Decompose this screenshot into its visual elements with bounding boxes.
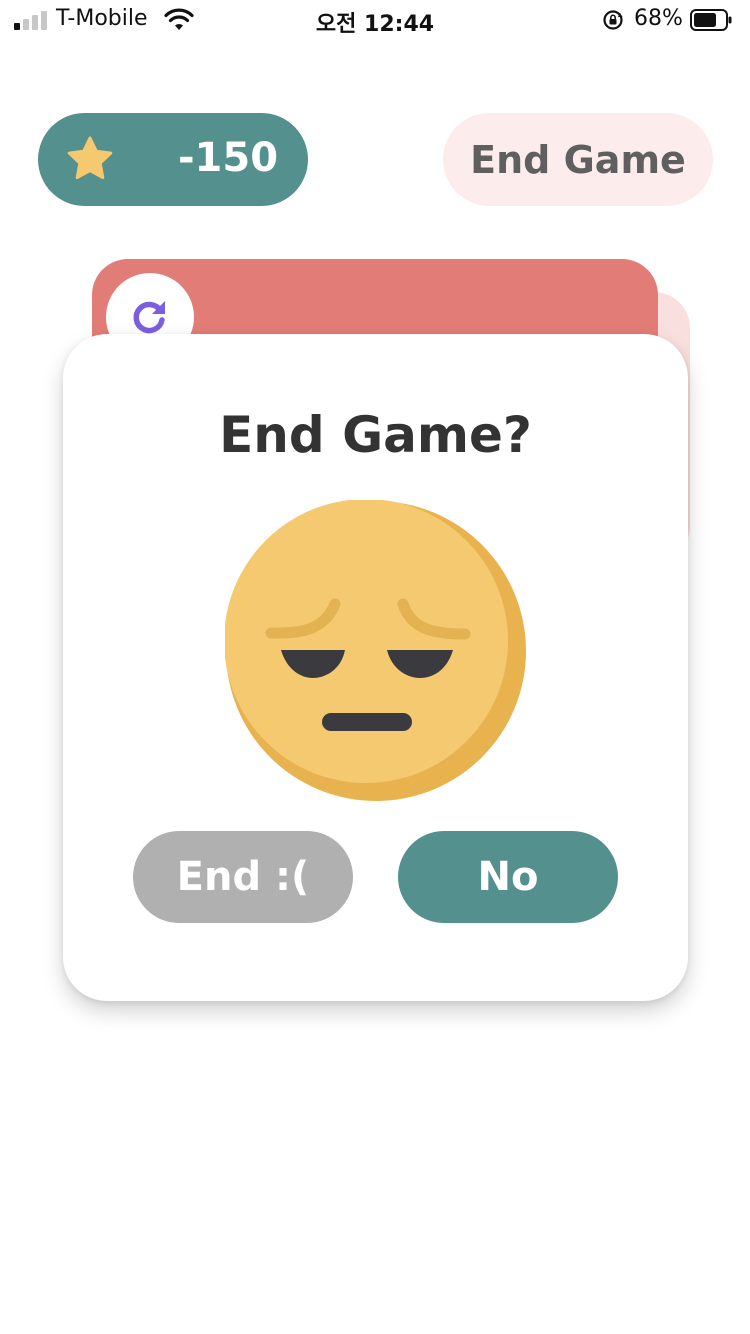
status-bar: T-Mobile 오전 12:44 68%: [0, 0, 750, 40]
dialog-title: End Game?: [219, 406, 532, 464]
battery-icon: [690, 9, 732, 31]
sad-face-icon: [225, 500, 526, 801]
score-value: -150: [177, 135, 279, 181]
battery-percent: 68%: [634, 6, 683, 31]
refresh-icon: [133, 301, 165, 334]
confirm-end-button[interactable]: End :(: [133, 831, 353, 923]
end-game-dialog: End Game? End :( No: [63, 334, 688, 1001]
cancel-button[interactable]: No: [398, 831, 618, 923]
star-icon: [67, 136, 113, 180]
end-game-button[interactable]: End Game: [443, 113, 713, 206]
score-display: -150: [38, 113, 308, 206]
rotation-lock-icon: [603, 10, 623, 30]
